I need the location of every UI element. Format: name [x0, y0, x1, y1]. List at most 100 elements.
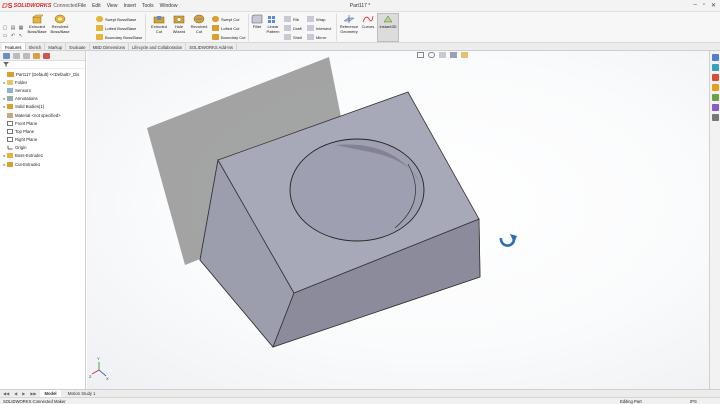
svg-text:Z: Z	[89, 374, 92, 379]
prev-tab-icon[interactable]: ◀	[13, 391, 18, 396]
tree-node-folder[interactable]: ▸ Folder	[2, 78, 85, 86]
undo-icon[interactable]: ↶	[10, 33, 16, 39]
extruded-cut-button[interactable]: Extruded Cut	[148, 14, 170, 34]
new-icon[interactable]: ▢	[2, 25, 8, 31]
tree-node-solid-bodies[interactable]: ▸ Solid Bodies(1)	[2, 103, 85, 111]
wrap-button[interactable]: Wrap	[307, 15, 325, 23]
rotate-arrow-icon	[499, 234, 517, 247]
status-mode: Editing Part	[620, 399, 642, 404]
brand-name: SOLIDWORKS	[13, 2, 52, 9]
swept-boss-button[interactable]: Swept Boss/Base	[96, 15, 136, 23]
menu-view[interactable]: View	[107, 3, 118, 9]
display-manager-tab-icon[interactable]	[43, 53, 50, 59]
dimxpert-tab-icon[interactable]	[33, 53, 40, 59]
tab-mbd-dimensions[interactable]: MBD Dimensions	[90, 43, 129, 50]
print-icon[interactable]: ▭	[2, 33, 8, 39]
ds-logo-icon: ⅅS	[2, 2, 13, 10]
fillet-button[interactable]: Fillet	[250, 14, 264, 30]
solid-body-icon	[7, 104, 13, 110]
tree-node-origin[interactable]: Origin	[2, 144, 85, 152]
boundary-cut-button[interactable]: Boundary Cut	[212, 33, 245, 41]
intersect-icon	[307, 25, 314, 31]
menu-bar: File Edit View Insert Tools Window	[78, 3, 177, 9]
lofted-boss-button[interactable]: Lofted Boss/Base	[96, 24, 136, 32]
menu-tools[interactable]: Tools	[142, 3, 154, 9]
revolved-boss-button[interactable]: Revolved Boss/Base	[48, 14, 72, 34]
extruded-boss-button[interactable]: Extruded Boss/Base	[26, 14, 48, 34]
select-icon[interactable]: ↖	[18, 33, 24, 39]
mirror-button[interactable]: Mirror	[307, 33, 326, 41]
menu-window[interactable]: Window	[160, 3, 178, 9]
coordinate-triad-icon: Y X Z	[89, 356, 109, 381]
first-tab-icon[interactable]: ◀◀	[2, 391, 10, 396]
swept-cut-button[interactable]: Swept Cut	[212, 15, 239, 23]
reference-geometry-button[interactable]: Reference Geometry	[338, 14, 360, 34]
lofted-cut-icon	[212, 25, 219, 31]
tree-node-annotations[interactable]: ▸ Annotations	[2, 95, 85, 103]
custom-properties-icon[interactable]	[711, 114, 719, 121]
hole-wizard-button[interactable]: Hole Wizard	[169, 14, 189, 34]
boundary-boss-button[interactable]: Boundary Boss/Base	[96, 33, 142, 41]
menu-edit[interactable]: Edit	[92, 3, 101, 9]
last-tab-icon[interactable]: ▶▶	[29, 391, 37, 396]
revolved-cut-button[interactable]: Revolved Cut	[188, 14, 210, 34]
linear-pattern-icon	[268, 16, 275, 23]
tree-node-material[interactable]: Material <not specified>	[2, 111, 85, 119]
tree-node-boss-extrude1[interactable]: ▸ Boss-Extrude1	[2, 152, 85, 160]
cut-hole-rim	[289, 138, 425, 242]
tab-model[interactable]: Model	[40, 390, 61, 397]
tab-features[interactable]: Features	[2, 43, 26, 50]
task-pane	[709, 51, 720, 389]
ribbon-separator	[336, 14, 337, 41]
linear-pattern-button[interactable]: Linear Pattern	[263, 14, 283, 34]
tree-node-top-plane[interactable]: Top Plane	[2, 127, 85, 135]
revolve-boss-icon	[54, 14, 66, 24]
minimize-icon[interactable]: –	[693, 2, 696, 9]
open-icon[interactable]: ▤	[10, 25, 16, 31]
tab-evaluate[interactable]: Evaluate	[66, 43, 90, 50]
svg-text:X: X	[106, 376, 109, 381]
instant3d-button[interactable]: Instant3D	[377, 13, 399, 42]
feature-manager-tabs	[0, 51, 85, 61]
tree-node-cut-extrude1[interactable]: ▸ Cut-Extrude1	[2, 160, 85, 168]
tree-node-part[interactable]: Part117 (Default) <<Default>_Dis	[2, 70, 85, 78]
status-product: SOLIDWORKS Connected Maker	[3, 399, 66, 404]
file-explorer-icon[interactable]	[711, 84, 719, 91]
tree-node-right-plane[interactable]: Right Plane	[2, 136, 85, 144]
property-manager-tab-icon[interactable]	[13, 53, 20, 59]
menu-file[interactable]: File	[78, 3, 86, 9]
extrude-boss-icon	[7, 153, 13, 159]
curves-button[interactable]: Curves	[360, 14, 376, 30]
intersect-button[interactable]: Intersect	[307, 24, 331, 32]
next-tab-icon[interactable]: ▶	[21, 391, 26, 396]
tab-add-ins[interactable]: SOLIDWORKS Add-Ins	[186, 43, 237, 50]
home-icon[interactable]	[711, 54, 719, 61]
model-canvas: Y X Z	[89, 57, 517, 381]
lofted-cut-button[interactable]: Lofted Cut	[212, 24, 239, 32]
graphics-area[interactable]: Y X Z	[87, 51, 709, 389]
tab-lifecycle[interactable]: Lifecycle and Collaboration	[129, 43, 187, 50]
design-library-icon[interactable]	[711, 74, 719, 81]
tree-filter[interactable]	[0, 61, 85, 69]
extrude-cut-icon	[153, 16, 165, 24]
resources-icon[interactable]	[711, 64, 719, 71]
tree-node-sensors[interactable]: Sensors	[2, 86, 85, 94]
save-icon[interactable]: ▦	[18, 25, 24, 31]
tab-markup[interactable]: Markup	[45, 43, 67, 50]
draft-button[interactable]: Draft	[284, 24, 302, 32]
tree-node-front-plane[interactable]: Front Plane	[2, 119, 85, 127]
tab-sketch[interactable]: Sketch	[26, 43, 46, 50]
shell-button[interactable]: Shell	[284, 33, 302, 41]
status-units[interactable]: IPS	[690, 399, 697, 404]
feature-tree-tab-icon[interactable]	[3, 53, 10, 59]
restore-icon[interactable]: ▫	[703, 2, 705, 9]
close-icon[interactable]: ✕	[711, 2, 716, 9]
tab-motion-study-1[interactable]: Motion Study 1	[64, 390, 100, 397]
edition-name: Connected	[53, 2, 78, 9]
view-palette-icon[interactable]	[711, 94, 719, 101]
rib-icon	[284, 16, 291, 22]
rib-button[interactable]: Rib	[284, 15, 299, 23]
configuration-tab-icon[interactable]	[23, 53, 30, 59]
appearances-icon[interactable]	[711, 104, 719, 111]
menu-insert[interactable]: Insert	[123, 3, 136, 9]
